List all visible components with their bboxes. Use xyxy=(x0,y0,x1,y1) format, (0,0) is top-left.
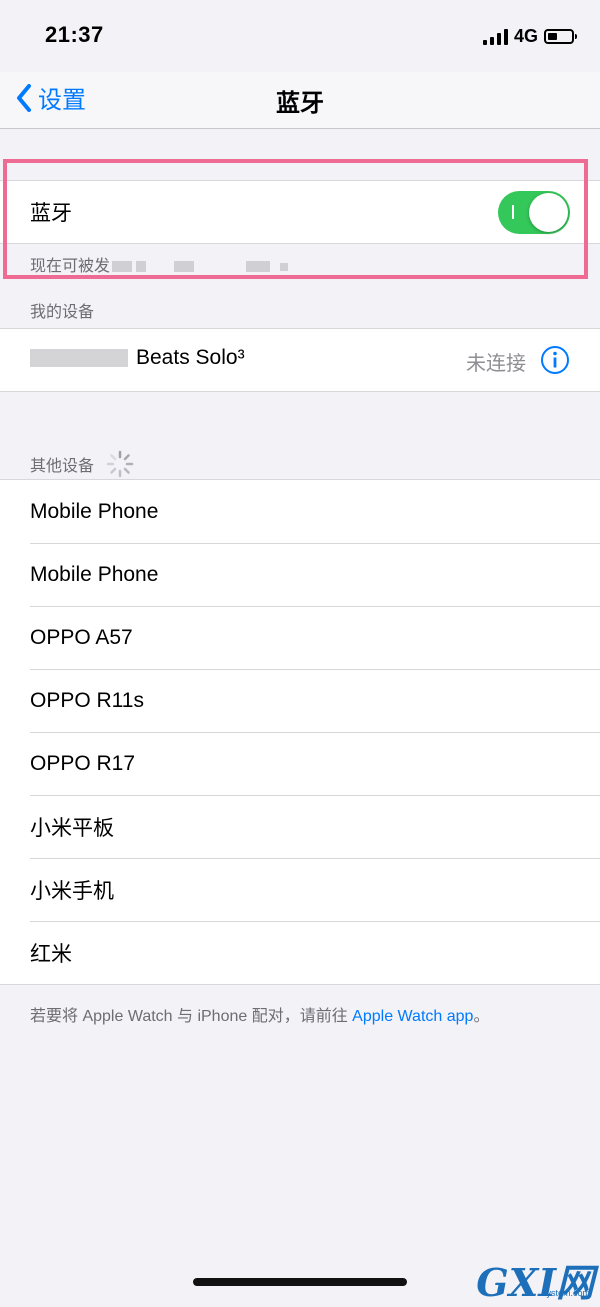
device-item[interactable]: 红米 xyxy=(0,921,600,984)
my-devices-header: 我的设备 xyxy=(30,304,95,321)
watermark-logo: GXI网 xyxy=(476,1260,594,1305)
my-device-row[interactable]: Beats Solo³ 未连接 xyxy=(0,328,600,392)
other-devices-list: Mobile Phone Mobile Phone OPPO A57 OPPO … xyxy=(0,479,600,985)
other-devices-header: 其他设备 xyxy=(30,450,134,478)
device-name: Beats Solo³ xyxy=(30,346,245,370)
device-item[interactable]: Mobile Phone xyxy=(0,543,600,606)
device-item[interactable]: OPPO R17 xyxy=(0,732,600,795)
info-icon[interactable] xyxy=(540,345,570,375)
signal-icon xyxy=(482,28,508,45)
device-status: 未连接 xyxy=(466,353,526,375)
watermark-domain: system.com xyxy=(541,1288,590,1298)
status-indicators: 4G xyxy=(482,26,577,47)
apple-watch-app-link[interactable]: Apple Watch app xyxy=(352,1008,473,1025)
device-item[interactable]: Mobile Phone xyxy=(0,480,600,543)
battery-icon xyxy=(544,29,577,44)
loading-spinner-icon xyxy=(106,450,134,478)
status-bar: 21:37 4G xyxy=(0,0,600,72)
home-indicator[interactable] xyxy=(193,1278,407,1286)
device-item[interactable]: 小米手机 xyxy=(0,858,600,921)
pairing-note: 若要将 Apple Watch 与 iPhone 配对，请前往 Apple Wa… xyxy=(30,1008,490,1025)
network-type: 4G xyxy=(513,26,538,46)
device-item[interactable]: OPPO R11s xyxy=(0,669,600,732)
page-title: 蓝牙 xyxy=(276,90,324,117)
nav-bar: 设置 蓝牙 xyxy=(0,72,600,129)
device-item[interactable]: OPPO A57 xyxy=(0,606,600,669)
status-time: 21:37 xyxy=(45,22,104,47)
highlight-box xyxy=(3,159,588,279)
device-item[interactable]: 小米平板 xyxy=(0,795,600,858)
